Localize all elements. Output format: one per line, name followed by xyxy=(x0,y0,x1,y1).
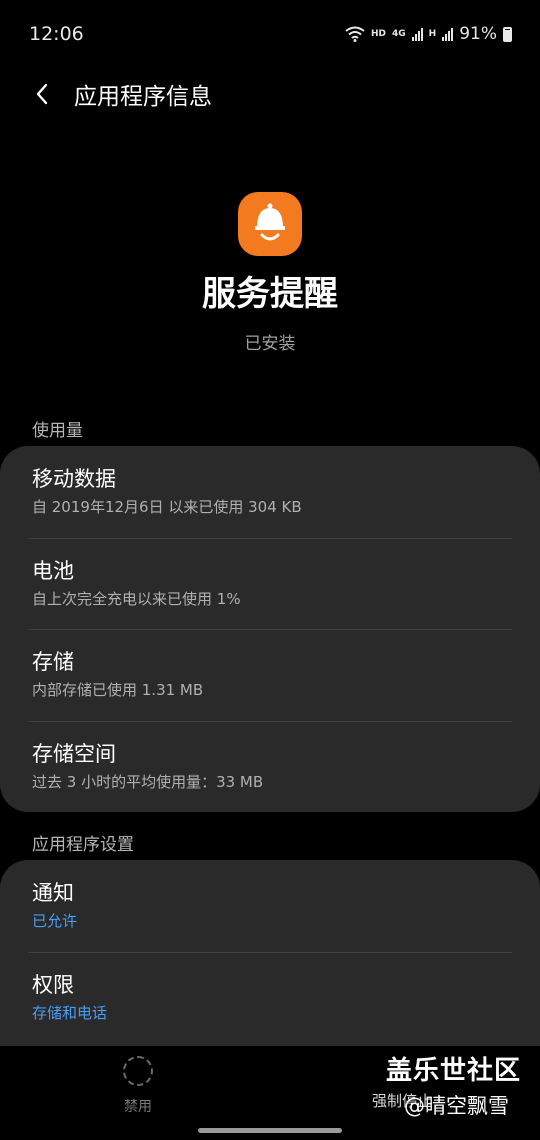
page-title: 应用程序信息 xyxy=(74,84,212,110)
bell-icon xyxy=(255,203,285,241)
disable-button[interactable]: 禁用 xyxy=(98,1052,178,1115)
usage-card: 移动数据 自 2019年12月6日 以来已使用 304 KB 电池 自上次完全充… xyxy=(0,446,540,812)
row-title: 存储 xyxy=(32,650,74,674)
storage-row[interactable]: 存储 内部存储已使用 1.31 MB xyxy=(0,629,540,721)
battery-row[interactable]: 电池 自上次完全充电以来已使用 1% xyxy=(0,537,540,630)
row-subtitle: 存储和电话 xyxy=(32,1003,108,1022)
settings-section-header: 应用程序设置 xyxy=(32,835,134,855)
row-title: 电池 xyxy=(32,558,74,583)
row-subtitle: 已允许 xyxy=(32,912,78,930)
signal-icon xyxy=(411,27,423,41)
app-icon xyxy=(238,192,302,256)
row-title: 存储空间 xyxy=(32,741,116,766)
wifi-icon xyxy=(345,26,365,42)
disable-label: 禁用 xyxy=(124,1099,152,1115)
row-title: 权限 xyxy=(32,972,74,997)
mobile-data-row[interactable]: 移动数据 自 2019年12月6日 以来已使用 304 KB xyxy=(0,446,540,538)
memory-row[interactable]: 存储空间 过去 3 小时的平均使用量：33 MB xyxy=(0,720,540,813)
network-4g-indicator: 4G xyxy=(392,29,406,39)
status-bar: 12:06 HD 4G H 91% xyxy=(0,0,540,68)
permissions-row[interactable]: 权限 存储和电话 xyxy=(0,951,540,1044)
app-bar: 应用程序信息 xyxy=(0,68,540,120)
battery-percent: 91% xyxy=(459,24,497,44)
row-subtitle: 自上次完全充电以来已使用 1% xyxy=(32,589,241,608)
row-title: 通知 xyxy=(32,881,74,905)
back-arrow-icon xyxy=(36,83,48,105)
row-subtitle: 过去 3 小时的平均使用量：33 MB xyxy=(32,772,264,791)
status-icons: HD 4G H 91% xyxy=(345,24,512,44)
signal-icon-2 xyxy=(442,27,454,41)
hd-indicator: HD xyxy=(370,29,386,39)
status-time: 12:06 xyxy=(29,23,84,45)
row-title: 移动数据 xyxy=(32,467,116,491)
install-status: 已安装 xyxy=(244,334,296,354)
watermark-community: 盖乐世社区 xyxy=(386,1056,522,1086)
home-indicator[interactable] xyxy=(198,1128,342,1133)
network-h-indicator: H xyxy=(428,29,437,39)
disable-icon xyxy=(123,1056,153,1086)
battery-icon xyxy=(503,26,512,42)
row-subtitle: 自 2019年12月6日 以来已使用 304 KB xyxy=(32,498,302,516)
notifications-row[interactable]: 通知 已允许 xyxy=(0,860,540,952)
row-subtitle: 内部存储已使用 1.31 MB xyxy=(32,681,204,699)
watermark-author: @晴空飘雪 xyxy=(404,1094,509,1118)
app-name: 服务提醒 xyxy=(202,274,338,314)
usage-section-header: 使用量 xyxy=(32,421,83,441)
back-button[interactable] xyxy=(14,68,70,120)
